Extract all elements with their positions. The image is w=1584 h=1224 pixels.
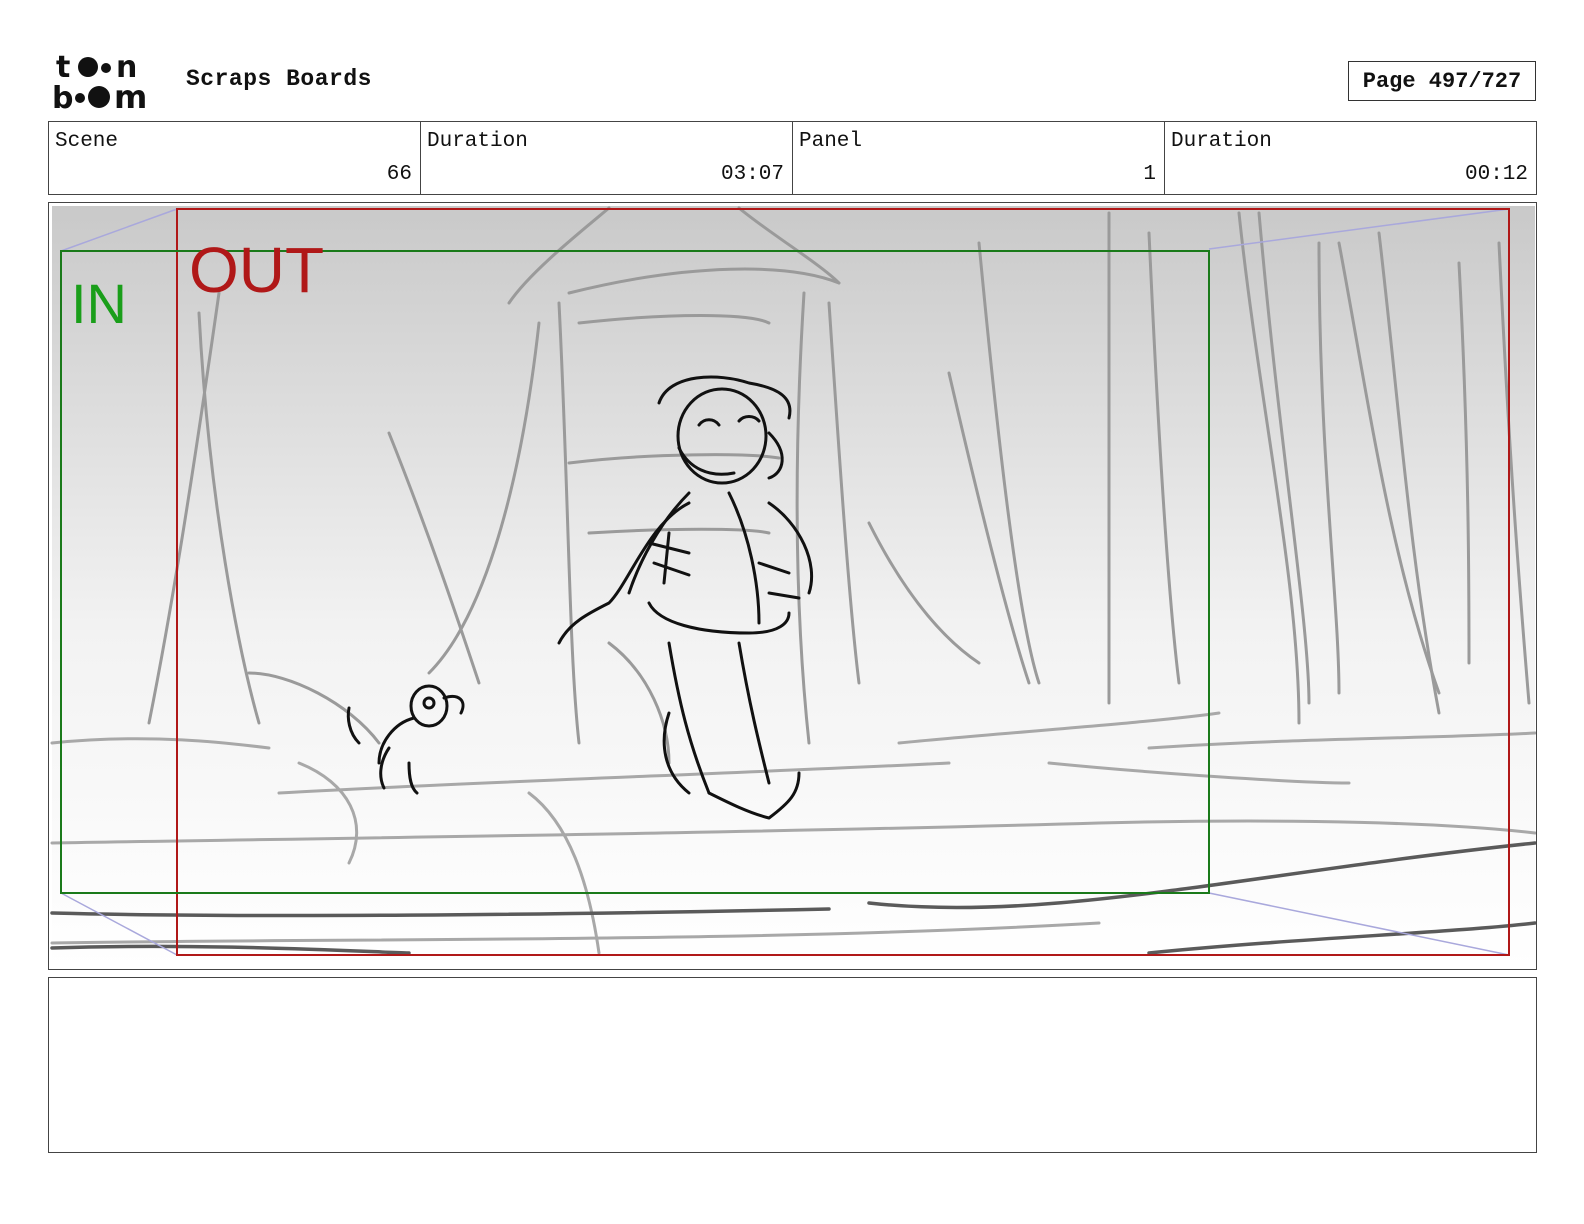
storyboard-panel: OUT IN	[48, 202, 1537, 970]
scene-duration-value: 03:07	[720, 163, 784, 186]
panel-duration-value: 00:12	[1464, 163, 1528, 186]
scene-value: 66	[386, 163, 412, 186]
out-label: OUT	[189, 234, 324, 306]
info-table: Scene 66 Duration 03:07 Panel 1 Duration…	[48, 121, 1537, 195]
panel-label: Panel	[799, 130, 863, 153]
panel-cell: Panel 1	[793, 122, 1165, 194]
in-label: IN	[71, 272, 127, 335]
project-title: Scraps Boards	[186, 66, 372, 92]
scene-cell: Scene 66	[49, 122, 421, 194]
scene-duration-cell: Duration 03:07	[421, 122, 793, 194]
page-number: Page 497/727	[1348, 61, 1536, 101]
panel-notes[interactable]	[48, 977, 1537, 1153]
toon-boom-logo: t n b m	[50, 50, 166, 116]
svg-text:b: b	[52, 81, 73, 112]
svg-text:t: t	[56, 50, 70, 85]
svg-text:m: m	[114, 78, 147, 112]
panel-duration-cell: Duration 00:12	[1165, 122, 1536, 194]
scene-label: Scene	[55, 130, 119, 153]
panel-sketch: OUT IN	[50, 206, 1536, 968]
panel-duration-label: Duration	[1171, 130, 1272, 153]
panel-value: 1	[1143, 163, 1156, 186]
scene-duration-label: Duration	[427, 130, 528, 153]
